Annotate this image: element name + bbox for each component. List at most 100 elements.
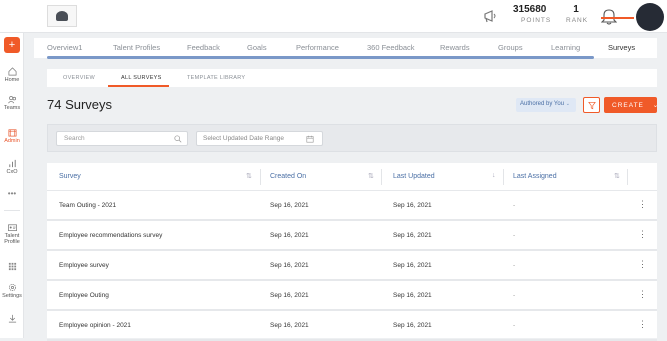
survey-name[interactable]: Employee opinion - 2021 xyxy=(59,322,131,329)
megaphone-icon[interactable] xyxy=(482,8,500,24)
table-row[interactable]: Team Outing - 2021 Sep 16, 2021 Sep 16, … xyxy=(47,191,657,221)
top-bar: 315680 POINTS 1 RANK xyxy=(0,0,667,33)
column-divider xyxy=(381,169,382,185)
subtab-all-surveys[interactable]: ALL SURVEYS xyxy=(121,75,162,81)
last-assigned: - xyxy=(513,232,516,239)
column-header-last-assigned[interactable]: Last Assigned xyxy=(513,173,557,180)
search-input[interactable]: Search xyxy=(56,131,188,146)
subtab-overview[interactable]: OVERVIEW xyxy=(63,75,95,81)
company-logo[interactable] xyxy=(47,5,77,27)
table-row[interactable]: Employee recommendations survey Sep 16, … xyxy=(47,221,657,251)
admin-icon xyxy=(8,129,16,137)
filter-button[interactable] xyxy=(583,97,600,113)
table-row[interactable]: Employee opinion - 2021 Sep 16, 2021 Sep… xyxy=(47,311,657,341)
survey-name[interactable]: Employee survey xyxy=(59,262,109,269)
more-options-icon[interactable]: ⋮ xyxy=(638,259,647,270)
date-range-placeholder: Select Updated Date Range xyxy=(203,135,284,142)
tab-groups[interactable]: Groups xyxy=(498,43,523,52)
search-placeholder: Search xyxy=(64,135,85,142)
survey-name[interactable]: Employee recommendations survey xyxy=(59,232,162,239)
points-stat: 315680 POINTS xyxy=(513,4,551,24)
sidebar-item-label: Admin xyxy=(4,138,20,144)
tab-feedback[interactable]: Feedback xyxy=(187,43,220,52)
last-updated: Sep 16, 2021 xyxy=(393,232,432,239)
add-button[interactable]: + xyxy=(4,37,20,53)
sidebar-item-label: Home xyxy=(4,77,20,83)
sidebar-item-label: Teams xyxy=(3,105,21,111)
sidebar: + Home Teams Admin CxO ••• Talent Profil… xyxy=(0,33,24,338)
created-on: Sep 16, 2021 xyxy=(270,202,309,209)
rank-value: 1 xyxy=(573,4,579,15)
tab-talent-profiles[interactable]: Talent Profiles xyxy=(113,43,160,52)
authored-by-dropdown[interactable]: Authored by You ⌄ xyxy=(516,98,576,112)
sidebar-item-label: Settings xyxy=(2,293,22,299)
points-label: POINTS xyxy=(521,17,552,24)
table-row[interactable]: Employee survey Sep 16, 2021 Sep 16, 202… xyxy=(47,251,657,281)
tab-goals[interactable]: Goals xyxy=(247,43,267,52)
more-options-icon[interactable]: ⋮ xyxy=(638,229,647,240)
authored-by-label: Authored by You xyxy=(520,101,565,107)
points-value: 315680 xyxy=(513,4,547,15)
sort-icon[interactable]: ⇅ xyxy=(614,172,620,180)
surveys-table: Survey ⇅ Created On ⇅ Last Updated ↓ Las… xyxy=(47,163,657,341)
sort-icon[interactable]: ⇅ xyxy=(368,172,374,180)
column-divider xyxy=(627,169,628,185)
tab-rewards[interactable]: Rewards xyxy=(440,43,470,52)
column-divider xyxy=(503,169,504,185)
sidebar-item-cxo[interactable]: CxO xyxy=(0,159,24,175)
subtab-template-library[interactable]: TEMPLATE LIBRARY xyxy=(187,75,245,81)
filter-bar: Search Select Updated Date Range xyxy=(47,124,657,152)
tab-360-feedback[interactable]: 360 Feedback xyxy=(367,43,415,52)
sidebar-item-home[interactable]: Home xyxy=(0,67,24,83)
date-range-input[interactable]: Select Updated Date Range xyxy=(196,131,323,146)
tab-surveys[interactable]: Surveys xyxy=(608,43,635,52)
grid-icon[interactable] xyxy=(0,262,24,272)
download-arrow-icon xyxy=(8,314,16,323)
column-header-survey[interactable]: Survey xyxy=(59,173,81,180)
sidebar-item-admin[interactable]: Admin xyxy=(0,128,24,144)
download-icon[interactable] xyxy=(0,314,24,324)
tab-performance[interactable]: Performance xyxy=(296,43,339,52)
column-divider xyxy=(260,169,261,185)
last-updated: Sep 16, 2021 xyxy=(393,292,432,299)
create-button[interactable]: CREATE ⌄ xyxy=(604,97,658,113)
table-row[interactable]: Employee Outing Sep 16, 2021 Sep 16, 202… xyxy=(47,281,657,311)
filter-icon xyxy=(588,101,596,110)
avatar[interactable] xyxy=(636,3,664,31)
table-header: Survey ⇅ Created On ⇅ Last Updated ↓ Las… xyxy=(47,163,657,191)
column-header-created-on[interactable]: Created On xyxy=(270,173,306,180)
plus-icon: + xyxy=(8,39,16,51)
rank-stat: 1 RANK xyxy=(566,4,587,24)
home-icon xyxy=(8,67,16,76)
sidebar-item-teams[interactable]: Teams xyxy=(0,95,24,111)
sort-icon[interactable]: ⇅ xyxy=(246,172,252,180)
more-options-icon[interactable]: ⋮ xyxy=(638,199,647,210)
last-assigned: - xyxy=(513,262,516,269)
last-updated: Sep 16, 2021 xyxy=(393,262,432,269)
active-subtab-underline xyxy=(108,85,169,87)
apps-grid-icon xyxy=(8,262,16,271)
sidebar-item-talent-profile[interactable]: Talent Profile xyxy=(0,223,24,245)
survey-name[interactable]: Employee Outing xyxy=(59,292,109,299)
tabs-scrollbar[interactable] xyxy=(47,56,594,59)
column-header-last-updated[interactable]: Last Updated xyxy=(393,173,435,180)
created-on: Sep 16, 2021 xyxy=(270,232,309,239)
page-title: 74 Surveys xyxy=(47,97,113,112)
create-label: CREATE xyxy=(612,102,644,109)
logo-mark xyxy=(56,11,68,21)
more-options-icon[interactable]: ⋮ xyxy=(638,319,647,330)
more-options-icon[interactable]: ⋮ xyxy=(638,289,647,300)
last-assigned: - xyxy=(513,322,516,329)
sort-desc-icon[interactable]: ↓ xyxy=(492,172,496,179)
last-updated: Sep 16, 2021 xyxy=(393,322,432,329)
calendar-icon xyxy=(306,135,314,143)
created-on: Sep 16, 2021 xyxy=(270,322,309,329)
tab-overview1[interactable]: Overview1 xyxy=(47,43,82,52)
sidebar-item-settings[interactable]: Settings xyxy=(0,283,24,299)
teams-icon xyxy=(7,96,16,104)
more-icon[interactable]: ••• xyxy=(0,189,24,198)
tab-learning[interactable]: Learning xyxy=(551,43,580,52)
sidebar-divider xyxy=(4,210,20,211)
survey-name[interactable]: Team Outing - 2021 xyxy=(59,202,116,209)
chevron-down-icon: ⌄ xyxy=(565,101,570,107)
